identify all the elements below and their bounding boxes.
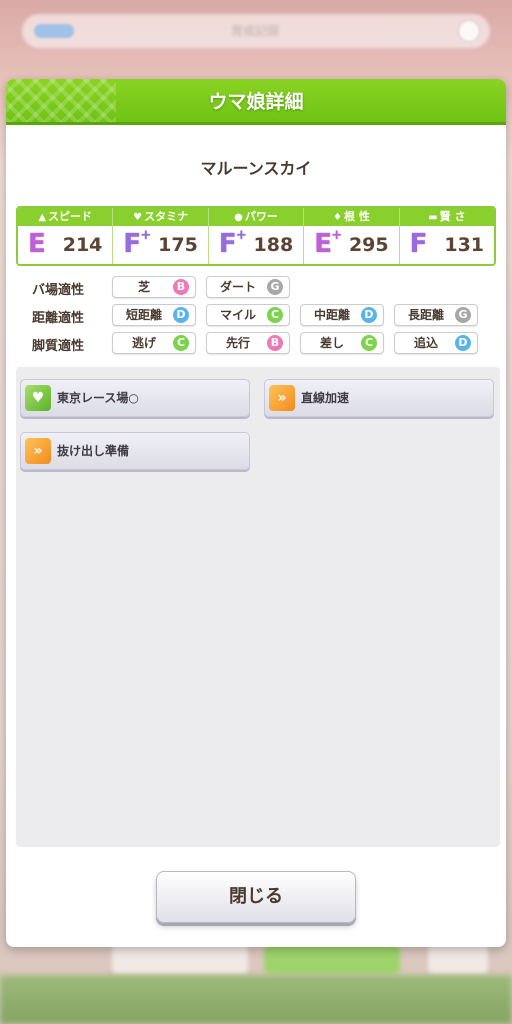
stat-grade: F — [409, 229, 428, 259]
stats-panel: ▲ スピード E 214 ♥ スタミナ F + 175 ● パワー F + 188 ♦ 根 … — [16, 206, 496, 266]
stat-value: 131 — [444, 234, 485, 256]
skill-name: 東京レース場○ — [57, 391, 139, 405]
close-button[interactable]: 閉じる — [156, 871, 356, 923]
stat-value: 175 — [158, 234, 198, 256]
background-help-button — [458, 20, 480, 42]
background-button — [428, 944, 488, 974]
uma-detail-dialog: ウマ娘詳細 マルーンスカイ ▲ スピード E 214 ♥ スタミナ F + 175 ●… — [6, 79, 506, 947]
stat-value: 295 — [348, 234, 389, 256]
rank-badge: D — [361, 307, 377, 323]
stat-label: パワー — [244, 210, 278, 223]
aptitude-medium: 中距離 D — [300, 304, 384, 326]
graduation-cap-icon: ▬ — [428, 212, 438, 223]
stat-value: 214 — [62, 234, 103, 256]
skills-list: ♥ 東京レース場○ » 直線加速 » 抜け出し準備 — [16, 367, 500, 847]
aptitude-long: 長距離 G — [394, 304, 478, 326]
heart-icon: ♥ — [25, 385, 51, 411]
skill-item[interactable]: » 直線加速 — [264, 379, 494, 417]
background-ground — [0, 975, 512, 1024]
background-button — [264, 944, 400, 974]
aptitude-chaser: 追込 D — [394, 332, 478, 354]
stat-label: スピード — [48, 210, 93, 223]
running-icon: » — [25, 438, 51, 464]
skill-item[interactable]: ♥ 東京レース場○ — [20, 379, 250, 417]
stat-speed: ▲ スピード E 214 — [18, 208, 114, 264]
distance-aptitude-label: 距離適性 — [32, 311, 85, 326]
dialog-title: ウマ娘詳細 — [208, 91, 304, 113]
aptitude-sprint: 短距離 D — [112, 304, 196, 326]
rank-badge: C — [267, 307, 283, 323]
skill-item[interactable]: » 抜け出し準備 — [20, 432, 250, 470]
background-pill — [34, 24, 74, 38]
stat-wisdom: ▬ 賢 さ F 131 — [399, 208, 494, 264]
aptitude-turf: 芝 B — [112, 276, 196, 298]
stat-stamina: ♥ スタミナ F + 175 — [113, 208, 209, 264]
rank-badge: B — [173, 279, 189, 295]
aptitude-runner: 逃げ C — [112, 332, 196, 354]
stat-guts: ♦ 根 性 E + 295 — [304, 208, 400, 264]
background-title: 育成記録 — [230, 24, 279, 38]
stat-power: ● パワー F + 188 — [208, 208, 305, 264]
character-name: マルーンスカイ — [200, 159, 312, 178]
aptitude-mile: マイル C — [206, 304, 290, 326]
skill-name: 直線加速 — [301, 391, 350, 405]
rank-badge: C — [173, 335, 189, 351]
stat-label: 根 性 — [343, 210, 370, 223]
background-button — [112, 944, 248, 974]
stat-value: 188 — [253, 234, 294, 256]
aptitude-leader: 先行 B — [206, 332, 290, 354]
track-aptitude-label: バ場適性 — [32, 283, 85, 298]
stat-label: 賢 さ — [439, 210, 466, 223]
shoe-icon: ▲ — [38, 212, 47, 223]
rank-badge: B — [267, 335, 283, 351]
stat-grade: F + — [218, 228, 247, 259]
rank-badge: C — [361, 335, 377, 351]
stat-grade: E + — [314, 228, 343, 259]
stat-grade: F + — [123, 228, 152, 259]
running-icon: » — [269, 385, 295, 411]
rank-badge: D — [455, 335, 471, 351]
rank-badge: D — [173, 307, 189, 323]
skill-name: 抜け出し準備 — [57, 444, 130, 458]
rank-badge: G — [267, 279, 283, 295]
aptitude-betweener: 差し C — [300, 332, 384, 354]
rank-badge: G — [455, 307, 471, 323]
dialog-header: ウマ娘詳細 — [6, 79, 506, 125]
style-aptitude-label: 脚質適性 — [32, 339, 85, 354]
aptitude-dirt: ダート G — [206, 276, 290, 298]
stat-grade: E — [28, 229, 46, 259]
